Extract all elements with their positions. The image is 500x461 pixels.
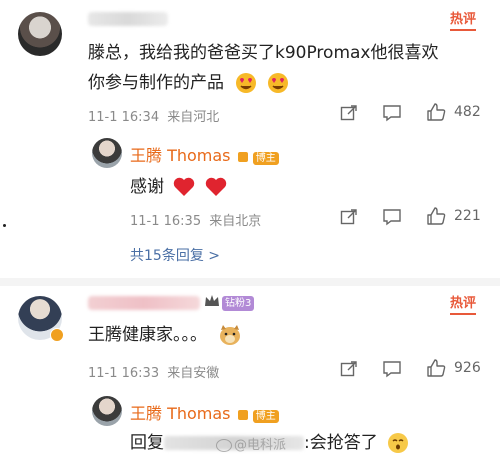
vip-crown-icon — [237, 409, 248, 420]
share-icon[interactable] — [340, 104, 358, 122]
reply-text-content: 感谢 — [130, 177, 164, 197]
author-name[interactable]: 王腾 Thomas — [130, 404, 231, 423]
commenter-name[interactable] — [88, 296, 200, 310]
author-avatar[interactable] — [92, 396, 122, 426]
margin-dot — [3, 224, 6, 227]
red-heart-icon — [205, 177, 227, 196]
reply-prefix: 回复 — [130, 433, 164, 453]
watermark: @电科派 — [216, 434, 286, 453]
commenter-avatar[interactable] — [18, 12, 62, 56]
reply-location: 来自北京 — [209, 214, 262, 229]
reply-meta: 11-1 16:35 来自北京 — [130, 210, 261, 229]
vip-crown-icon — [205, 295, 219, 306]
verified-badge-icon — [50, 328, 64, 342]
hot-comment-tag: 热评 — [450, 296, 477, 315]
red-heart-icon — [174, 177, 195, 196]
share-icon[interactable] — [340, 360, 358, 378]
comment-time: 11-1 16:34 — [88, 110, 160, 125]
thumbs-up-icon[interactable] — [426, 103, 446, 121]
reply-time: 11-1 16:35 — [130, 214, 202, 229]
heart-eyes-emoji-icon — [236, 73, 257, 93]
comment-icon[interactable] — [382, 104, 402, 122]
comment-time: 11-1 16:33 — [88, 366, 160, 381]
comment-text: 王腾健康家。。。 — [88, 320, 242, 346]
author-avatar[interactable] — [92, 138, 122, 168]
reply-text: 感谢 — [130, 172, 227, 197]
shush-emoji-icon — [388, 433, 409, 453]
vip-crown-icon — [237, 151, 248, 162]
comment-text-line-2: 你参与制作的产品 — [88, 73, 224, 93]
comment-location: 来自安徽 — [167, 366, 220, 381]
blogger-badge: 博主 — [252, 152, 279, 165]
thumbs-up-icon[interactable] — [426, 359, 446, 377]
heart-eyes-emoji-icon — [267, 73, 288, 93]
comment-icon[interactable] — [382, 360, 402, 378]
hot-comment-tag: 热评 — [450, 12, 477, 31]
like-count: 482 — [454, 104, 481, 120]
reply-suffix: :会抢答了 — [304, 433, 378, 453]
more-replies-link[interactable]: 共15条回复 > — [130, 245, 220, 265]
comment-divider — [0, 278, 500, 286]
author-name-row: 王腾 Thomas 博主 — [130, 142, 279, 166]
author-name[interactable]: 王腾 Thomas — [130, 146, 231, 165]
commenter-name[interactable] — [88, 12, 168, 26]
fan-level-badge: 钻粉3 — [222, 296, 255, 311]
watermark-text: @电科派 — [234, 438, 287, 453]
blogger-badge: 博主 — [252, 410, 279, 423]
like-count: 926 — [454, 360, 481, 376]
doge-emoji-icon — [220, 325, 241, 345]
comment-location: 来自河北 — [167, 110, 220, 125]
author-name-row: 王腾 Thomas 博主 — [130, 400, 279, 424]
comment-meta: 11-1 16:34 来自河北 — [88, 106, 219, 125]
weibo-logo-icon — [216, 439, 232, 452]
comment-icon[interactable] — [382, 208, 402, 226]
like-count: 221 — [454, 208, 481, 224]
thumbs-up-icon[interactable] — [426, 207, 446, 225]
comment-text-line: 滕总，我给我的爸爸买了k90Promax他很喜欢 — [88, 43, 439, 63]
share-icon[interactable] — [340, 208, 358, 226]
comment-meta: 11-1 16:33 来自安徽 — [88, 362, 219, 381]
comment-text-content: 王腾健康家。。。 — [88, 325, 207, 345]
comment-text-line: 你参与制作的产品 — [88, 68, 289, 94]
